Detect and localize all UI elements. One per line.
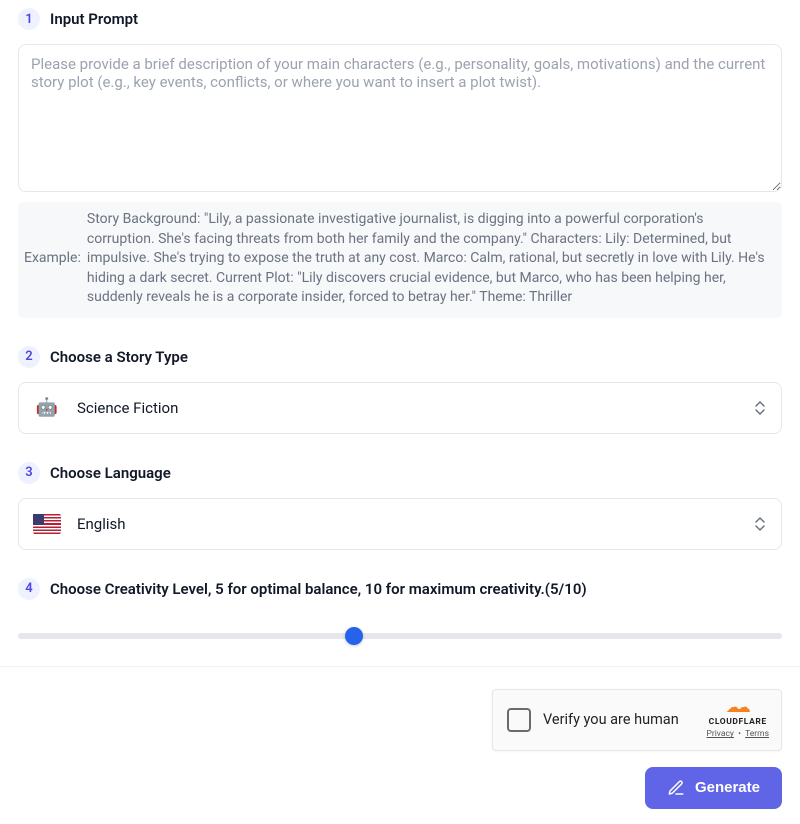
generate-button[interactable]: Generate: [645, 767, 782, 809]
section-story-type: 2 Choose a Story Type 🤖 Science Fiction: [18, 346, 782, 434]
section-header: 2 Choose a Story Type: [18, 346, 782, 368]
section-header: 3 Choose Language: [18, 462, 782, 484]
section-title: Choose Creativity Level, 5 for optimal b…: [50, 580, 587, 598]
chevron-up-down-icon: [753, 514, 767, 534]
privacy-link[interactable]: Privacy: [707, 729, 734, 739]
step-badge-3: 3: [18, 462, 40, 484]
section-title: Choose Language: [50, 464, 171, 482]
cloudflare-text: CLOUDFLARE: [709, 717, 767, 727]
section-title: Input Prompt: [50, 10, 138, 28]
slider-thumb[interactable]: [345, 627, 363, 645]
section-input-prompt: 1 Input Prompt Example: Story Background…: [18, 8, 782, 318]
slider-track: [18, 633, 782, 639]
section-header: 4 Choose Creativity Level, 5 for optimal…: [18, 578, 782, 600]
section-title: Choose a Story Type: [50, 348, 188, 366]
chevron-up-down-icon: [753, 398, 767, 418]
robot-icon: 🤖: [33, 398, 61, 418]
example-label: Example:: [24, 249, 81, 269]
footer: Verify you are human ☁☁ CLOUDFLARE Priva…: [0, 667, 800, 817]
cloudflare-logo-icon: ☁☁: [726, 700, 750, 715]
captcha-links: Privacy • Terms: [707, 729, 770, 739]
captcha-brand: ☁☁ CLOUDFLARE Privacy • Terms: [707, 700, 770, 739]
section-language: 3 Choose Language English: [18, 462, 782, 550]
captcha-widget: Verify you are human ☁☁ CLOUDFLARE Priva…: [492, 689, 782, 751]
terms-link[interactable]: Terms: [745, 729, 769, 739]
us-flag-icon: [33, 514, 61, 534]
generate-label: Generate: [695, 779, 760, 796]
creativity-slider[interactable]: [18, 624, 782, 648]
step-badge-4: 4: [18, 578, 40, 600]
input-prompt-textarea[interactable]: [18, 44, 782, 192]
example-box: Example: Story Background: "Lily, a pass…: [18, 202, 782, 318]
captcha-checkbox[interactable]: [507, 708, 531, 732]
story-type-value: Science Fiction: [77, 399, 737, 417]
captcha-label: Verify you are human: [543, 711, 695, 728]
example-text: Story Background: "Lily, a passionate in…: [87, 210, 772, 308]
step-badge-1: 1: [18, 8, 40, 30]
language-select[interactable]: English: [18, 498, 782, 550]
section-creativity: 4 Choose Creativity Level, 5 for optimal…: [18, 578, 782, 648]
edit-icon: [667, 779, 685, 797]
language-value: English: [77, 515, 737, 533]
step-badge-2: 2: [18, 346, 40, 368]
story-type-select[interactable]: 🤖 Science Fiction: [18, 382, 782, 434]
section-header: 1 Input Prompt: [18, 8, 782, 30]
